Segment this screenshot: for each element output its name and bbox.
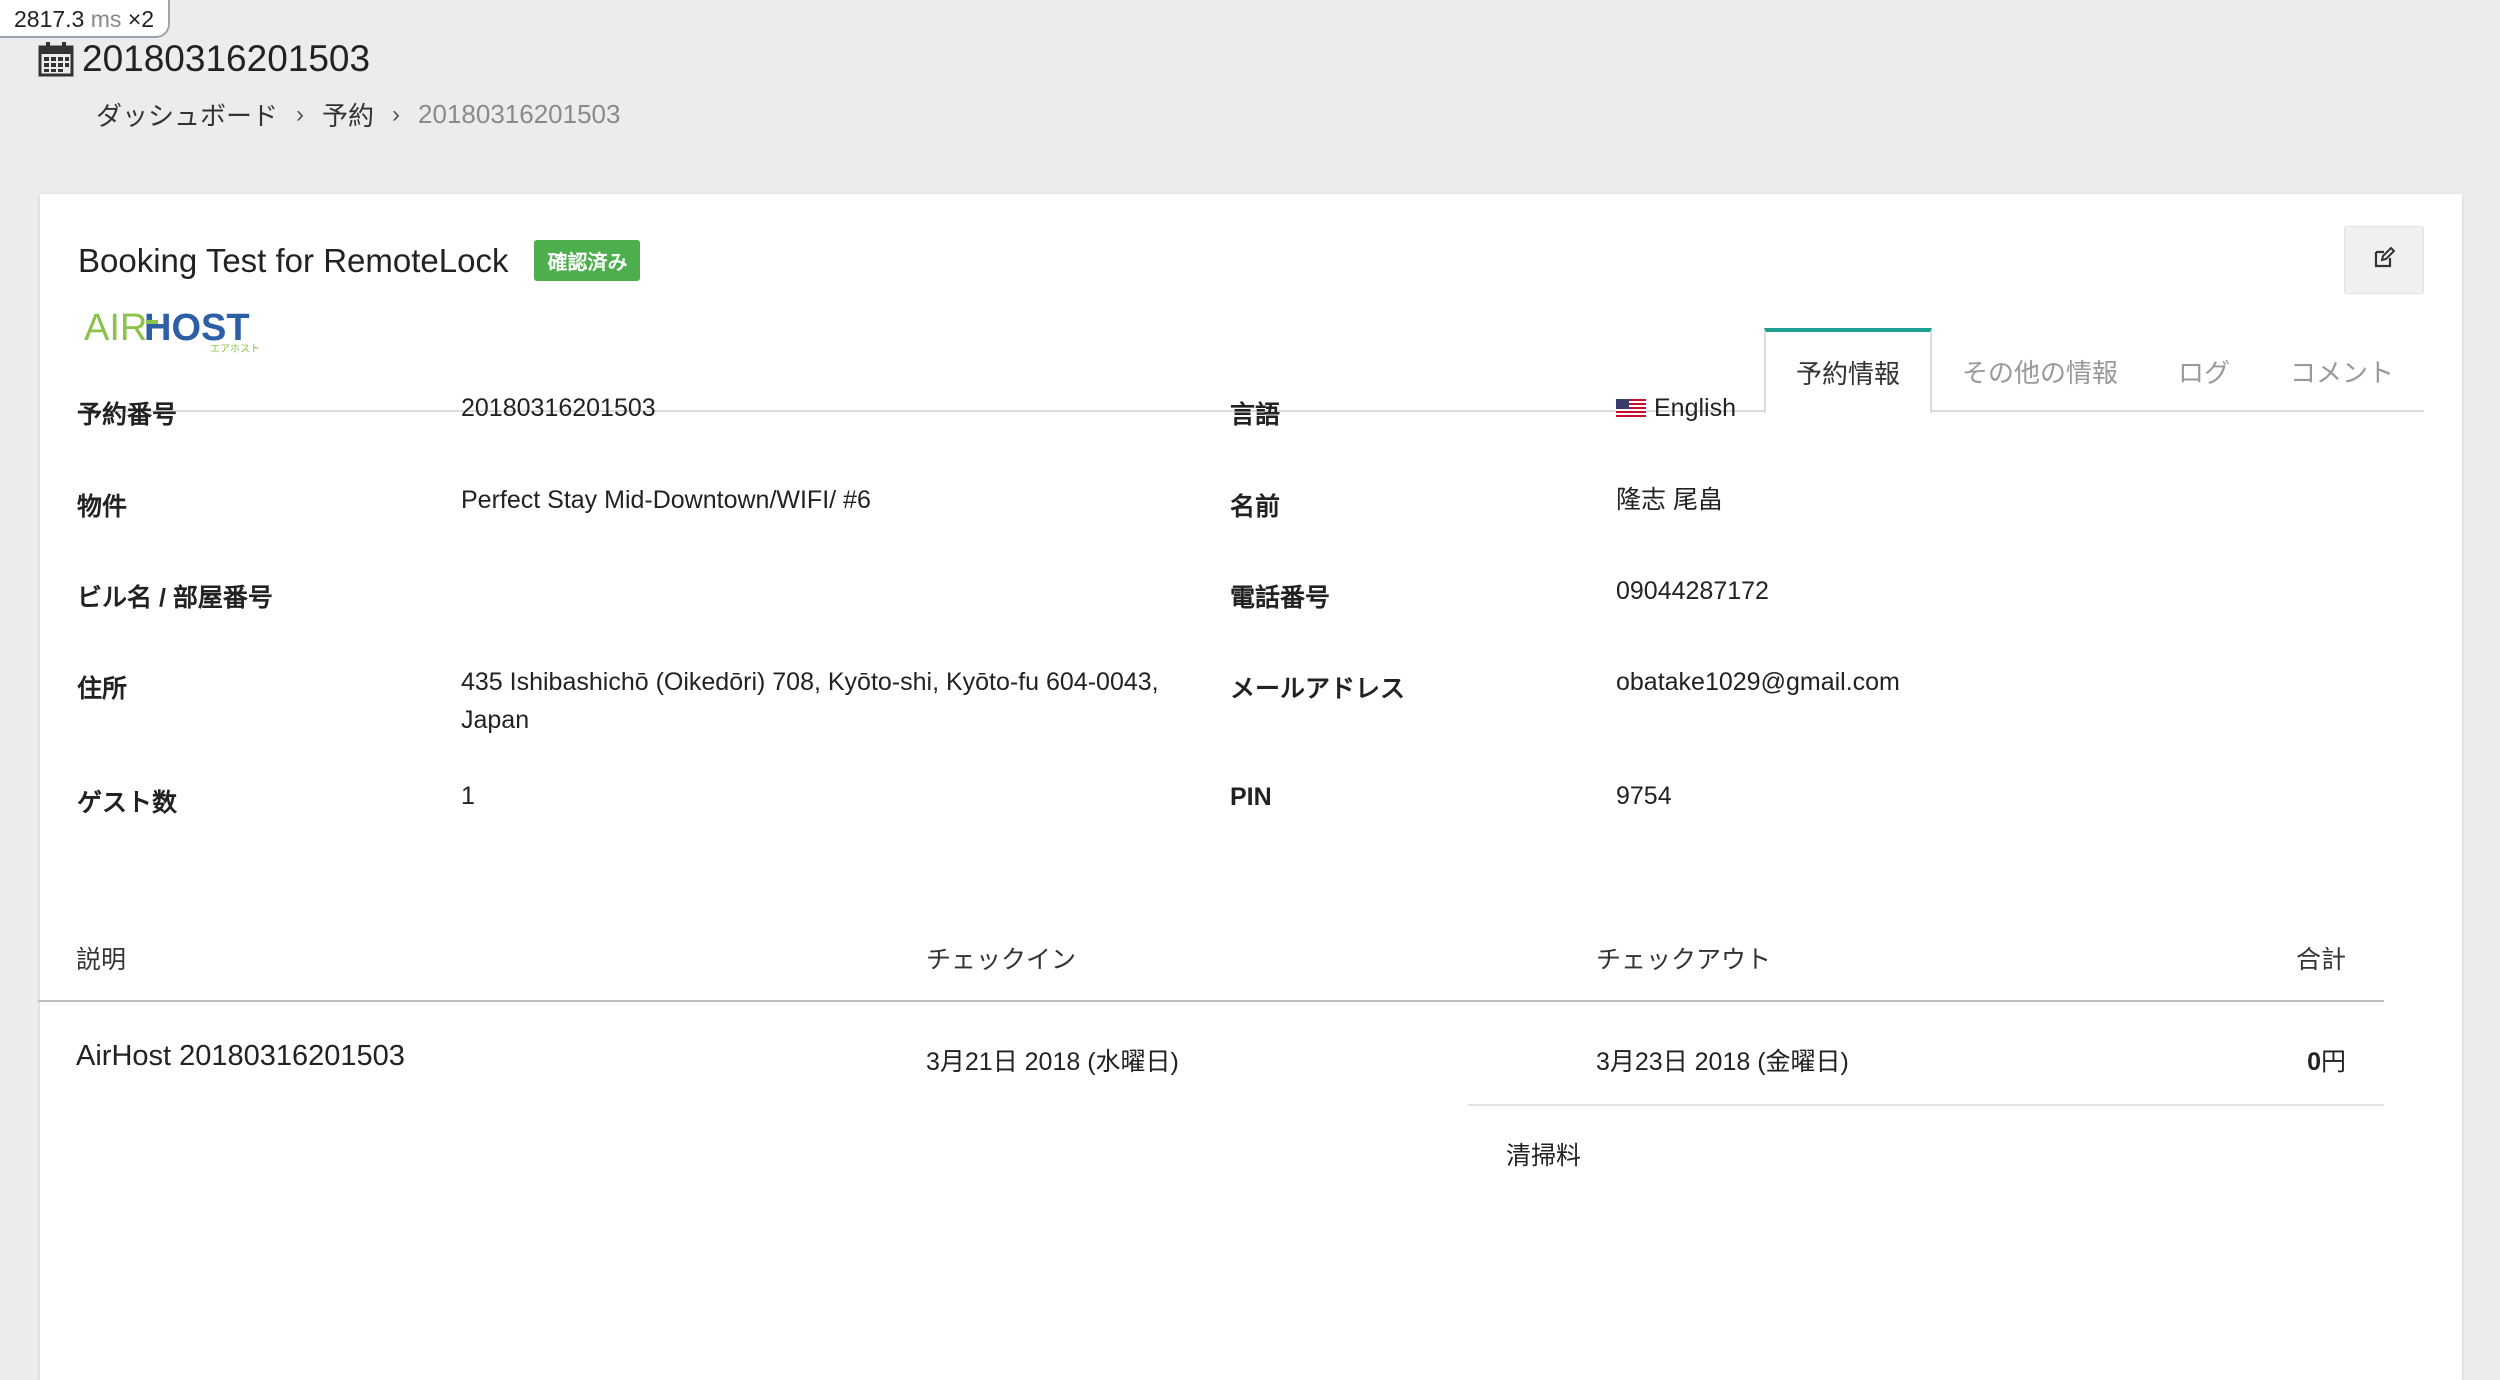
sub-item-cleaning-fee: 清掃料 bbox=[1506, 1142, 1582, 1170]
perf-value: 2817.3 bbox=[14, 6, 85, 32]
table-row: AirHost 20180316201503 3月21日 2018 (水曜日) … bbox=[38, 1002, 2384, 1106]
name-label: 名前 bbox=[1230, 493, 1281, 521]
breadcrumb-reservations[interactable]: 予約 bbox=[322, 96, 374, 133]
logo-air: AIR bbox=[84, 307, 147, 349]
perf-unit: ms bbox=[90, 6, 122, 32]
row-checkout: 3月23日 2018 (金曜日) bbox=[1596, 1048, 1849, 1076]
guests-label: ゲスト数 bbox=[77, 789, 178, 817]
row-total: 0円 bbox=[2307, 1042, 2346, 1078]
language-label: 言語 bbox=[1230, 401, 1281, 429]
property-link[interactable]: Perfect Stay Mid-Downtown/WIFI/ #6 bbox=[461, 481, 1181, 519]
edit-button[interactable] bbox=[2344, 226, 2424, 294]
pin-label: PIN bbox=[1230, 783, 1272, 811]
row-description: AirHost 20180316201503 bbox=[76, 1040, 405, 1072]
col-description: 説明 bbox=[76, 946, 127, 974]
perf-badge: 2817.3 ms ×2 bbox=[0, 0, 171, 38]
breadcrumb: ダッシュボード › 予約 › 20180316201503 bbox=[96, 96, 620, 133]
us-flag-icon bbox=[1616, 392, 1646, 419]
building-label: ビル名 / 部屋番号 bbox=[77, 584, 273, 612]
logo-host: HOST bbox=[144, 307, 250, 349]
row-total-amount: 0 bbox=[2307, 1048, 2321, 1076]
reservation-number-value: 20180316201503 bbox=[461, 394, 656, 422]
language-value: English bbox=[1616, 389, 1736, 427]
calendar-icon bbox=[38, 41, 74, 77]
pin-value: 9754 bbox=[1616, 782, 1672, 810]
guests-value: 1 bbox=[461, 782, 475, 810]
perf-multiplier: ×2 bbox=[127, 6, 155, 32]
tab-comments[interactable]: コメント bbox=[2260, 328, 2424, 414]
name-value: 隆志 尾畠 bbox=[1616, 486, 1723, 514]
page-title: 20180316201503 bbox=[82, 38, 371, 79]
booking-title: Booking Test for RemoteLock bbox=[78, 241, 509, 279]
page-header: 20180316201503 bbox=[38, 38, 370, 80]
phone-label: 電話番号 bbox=[1230, 584, 1331, 612]
breadcrumb-current: 20180316201503 bbox=[418, 99, 621, 129]
airhost-logo: AIR HOST エアホスト bbox=[84, 302, 270, 355]
address-value: 435 Ishibashichō (Oikedōri) 708, Kyōto-s… bbox=[461, 668, 1159, 734]
col-checkout: チェックアウト bbox=[1596, 946, 1772, 974]
tab-other-info[interactable]: その他の情報 bbox=[1932, 328, 2148, 414]
charges-header: 説明 チェックイン チェックアウト 合計 bbox=[38, 910, 2384, 1002]
row-total-unit: 円 bbox=[2320, 1048, 2346, 1076]
tab-log[interactable]: ログ bbox=[2148, 328, 2260, 414]
breadcrumb-separator: › bbox=[296, 100, 305, 128]
tab-reservation-info[interactable]: 予約情報 bbox=[1763, 328, 1932, 414]
sub-item-row: 清掃料 bbox=[1468, 1104, 2384, 1184]
logo-kana: エアホスト bbox=[210, 343, 260, 354]
booking-title-row: Booking Test for RemoteLock 確認済み bbox=[78, 240, 641, 281]
property-label: 物件 bbox=[77, 493, 128, 521]
breadcrumb-separator: › bbox=[392, 100, 401, 128]
breadcrumb-dashboard[interactable]: ダッシュボード bbox=[96, 96, 278, 133]
email-label: メールアドレス bbox=[1230, 675, 1406, 703]
col-checkin: チェックイン bbox=[926, 946, 1077, 974]
edit-icon bbox=[2373, 246, 2396, 274]
col-total: 合計 bbox=[2295, 946, 2346, 974]
row-checkin: 3月21日 2018 (水曜日) bbox=[926, 1048, 1179, 1076]
language-text: English bbox=[1654, 394, 1736, 422]
reservation-number-label: 予約番号 bbox=[77, 401, 178, 429]
email-value: obatake1029@gmail.com bbox=[1616, 668, 1900, 696]
address-label: 住所 bbox=[77, 675, 128, 703]
status-badge: 確認済み bbox=[534, 240, 641, 281]
phone-value: 09044287172 bbox=[1616, 577, 1769, 605]
